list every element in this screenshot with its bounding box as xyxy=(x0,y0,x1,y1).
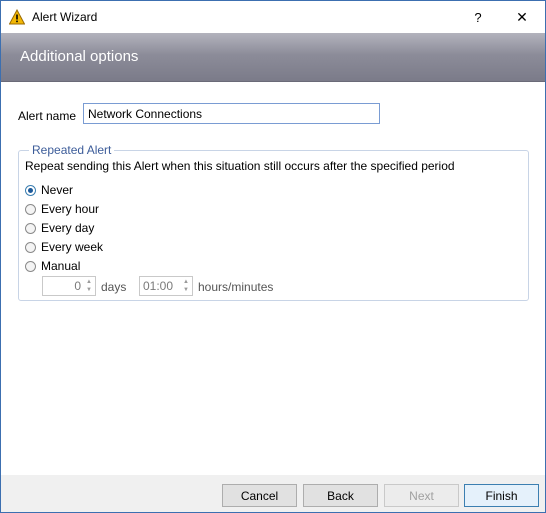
spin-down-icon[interactable]: ▼ xyxy=(183,286,189,294)
radio-label-never: Never xyxy=(41,183,74,197)
back-button[interactable]: Back xyxy=(303,484,378,507)
radio-label-every-hour: Every hour xyxy=(41,202,100,216)
help-button[interactable]: ? xyxy=(455,1,501,33)
time-stepper[interactable]: 01:00 ▲ ▼ xyxy=(139,276,193,296)
close-button[interactable]: ✕ xyxy=(499,1,545,33)
days-stepper[interactable]: 0 ▲ ▼ xyxy=(42,276,96,296)
repeated-alert-description: Repeat sending this Alert when this situ… xyxy=(25,159,455,173)
radio-button[interactable] xyxy=(25,203,36,215)
cancel-button[interactable]: Cancel xyxy=(222,484,297,507)
alert-wizard-window: Alert Wizard ? ✕ Additional options Aler… xyxy=(0,0,546,513)
radio-button[interactable] xyxy=(25,222,36,234)
radio-button[interactable] xyxy=(25,260,36,272)
spin-down-icon[interactable]: ▼ xyxy=(86,286,92,294)
spin-up-icon[interactable]: ▲ xyxy=(86,278,92,286)
days-unit-label: days xyxy=(101,280,127,294)
close-icon: ✕ xyxy=(516,8,528,25)
alert-name-input[interactable] xyxy=(83,103,380,124)
spin-up-icon[interactable]: ▲ xyxy=(183,278,189,286)
radio-label-manual: Manual xyxy=(41,259,81,273)
finish-button[interactable]: Finish xyxy=(464,484,539,507)
header-band: Additional options xyxy=(1,33,545,82)
repeated-alert-legend: Repeated Alert xyxy=(29,143,115,157)
title-bar: Alert Wizard ? ✕ xyxy=(1,1,545,33)
page-title: Additional options xyxy=(20,48,139,65)
radio-label-every-day: Every day xyxy=(41,221,95,235)
radio-button-checked[interactable] xyxy=(25,184,36,196)
next-button[interactable]: Next xyxy=(384,484,459,507)
alert-name-label: Alert name xyxy=(18,109,77,123)
window-title: Alert Wizard xyxy=(32,10,98,24)
radio-never[interactable]: Never xyxy=(25,183,73,197)
radio-every-week[interactable]: Every week xyxy=(25,240,103,254)
radio-button[interactable] xyxy=(25,241,36,253)
warning-icon xyxy=(9,9,25,25)
radio-every-day[interactable]: Every day xyxy=(25,221,94,235)
radio-label-every-week: Every week xyxy=(41,240,104,254)
radio-manual[interactable]: Manual xyxy=(25,259,80,273)
time-unit-label: hours/minutes xyxy=(198,280,274,294)
time-value: 01:00 xyxy=(143,279,174,293)
radio-every-hour[interactable]: Every hour xyxy=(25,202,99,216)
